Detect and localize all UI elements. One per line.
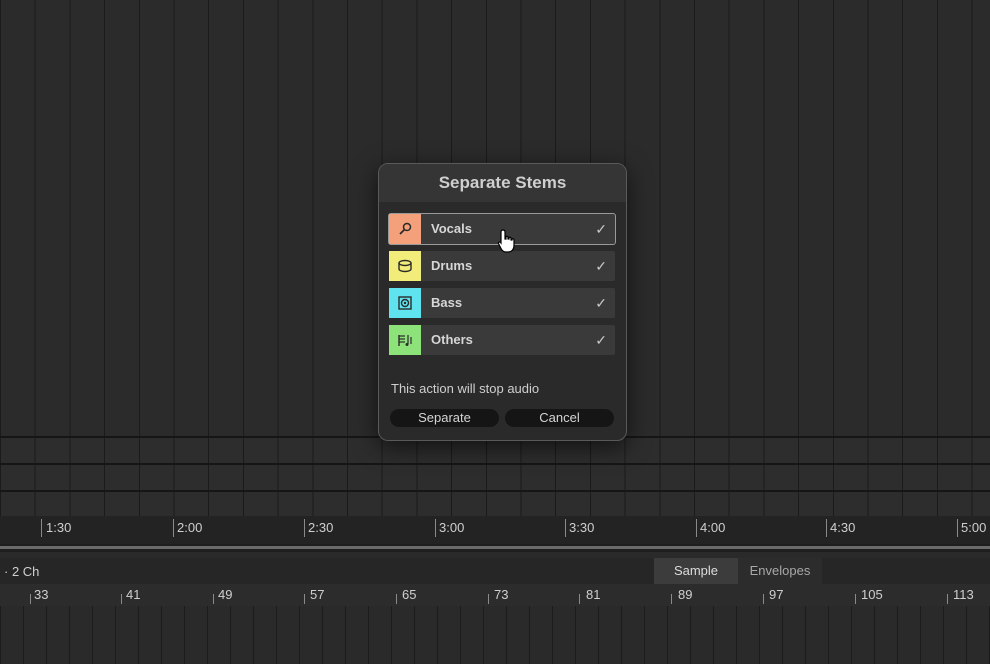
ruler-label: 41 (126, 587, 141, 602)
check-icon[interactable]: ✓ (595, 325, 607, 355)
cancel-button[interactable]: Cancel (505, 409, 614, 427)
timeline-label: 4:30 (830, 520, 856, 535)
stem-label: Drums (431, 258, 473, 273)
timeline-ruler[interactable]: 1:30 2:00 2:30 3:00 3:30 4:00 4:30 5:00 (0, 516, 990, 544)
stem-row-drums[interactable]: Drums ✓ (389, 251, 615, 281)
stem-row-bass[interactable]: Bass ✓ (389, 288, 615, 318)
timeline-label: 3:00 (439, 520, 465, 535)
tab-sample[interactable]: Sample (654, 558, 738, 584)
ruler-label: 73 (494, 587, 509, 602)
check-icon[interactable]: ✓ (595, 251, 607, 281)
ruler-label: 57 (310, 587, 325, 602)
timeline-label: 5:00 (961, 520, 987, 535)
timeline-tick (173, 519, 174, 537)
dialog-title: Separate Stems (379, 164, 626, 202)
timeline-tick (41, 519, 42, 537)
ruler-label: 81 (586, 587, 601, 602)
stem-label: Bass (431, 295, 463, 310)
ruler-tick (121, 594, 122, 604)
warning-text: This action will stop audio (391, 381, 540, 396)
ruler-tick (855, 594, 856, 604)
ruler-tick (30, 594, 31, 604)
scrollbar-thumb[interactable] (0, 546, 990, 549)
ruler-tick (763, 594, 764, 604)
timeline-tick (435, 519, 436, 537)
hand-cursor-icon (497, 228, 519, 254)
score-icon (389, 325, 421, 355)
ruler-tick (396, 594, 397, 604)
stem-row-others[interactable]: Others ✓ (389, 325, 615, 355)
ruler-label: 113 (953, 587, 974, 602)
timeline-label: 3:30 (569, 520, 595, 535)
stem-label: Vocals (431, 221, 472, 236)
horizontal-scrollbar[interactable] (0, 544, 990, 552)
timeline-tick (304, 519, 305, 537)
timeline-label: 2:00 (177, 520, 203, 535)
ruler-label: 33 (34, 587, 49, 602)
ruler-label: 65 (402, 587, 417, 602)
ruler-tick (579, 594, 580, 604)
microphone-icon (389, 214, 421, 244)
sample-ruler[interactable]: 33 41 49 57 65 73 81 89 97 105 113 (0, 584, 990, 606)
ruler-label: 49 (218, 587, 233, 602)
ruler-tick (671, 594, 672, 604)
ruler-tick (304, 594, 305, 604)
tab-envelopes[interactable]: Envelopes (738, 558, 822, 584)
ruler-label: 89 (678, 587, 693, 602)
ruler-tick (947, 594, 948, 604)
separate-button[interactable]: Separate (390, 409, 499, 427)
check-icon[interactable]: ✓ (595, 214, 607, 244)
drum-icon (389, 251, 421, 281)
timeline-label: 2:30 (308, 520, 334, 535)
timeline-tick (696, 519, 697, 537)
timeline-tick (957, 519, 958, 537)
track-lanes[interactable] (0, 436, 990, 516)
timeline-label: 1:30 (46, 520, 72, 535)
clip-view-header: · 2 Ch Sample Envelopes (0, 558, 990, 584)
check-icon[interactable]: ✓ (595, 288, 607, 318)
ruler-tick (213, 594, 214, 604)
separate-stems-dialog: Separate Stems Vocals ✓ Drums ✓ Bass ✓ O… (378, 163, 627, 441)
stem-label: Others (431, 332, 473, 347)
ruler-tick (488, 594, 489, 604)
timeline-tick (565, 519, 566, 537)
ruler-label: 105 (861, 587, 883, 602)
sample-editor-grid[interactable] (0, 606, 990, 664)
speaker-icon (389, 288, 421, 318)
timeline-label: 4:00 (700, 520, 726, 535)
timeline-tick (826, 519, 827, 537)
ruler-label: 97 (769, 587, 784, 602)
channel-label: · 2 Ch (4, 564, 40, 579)
